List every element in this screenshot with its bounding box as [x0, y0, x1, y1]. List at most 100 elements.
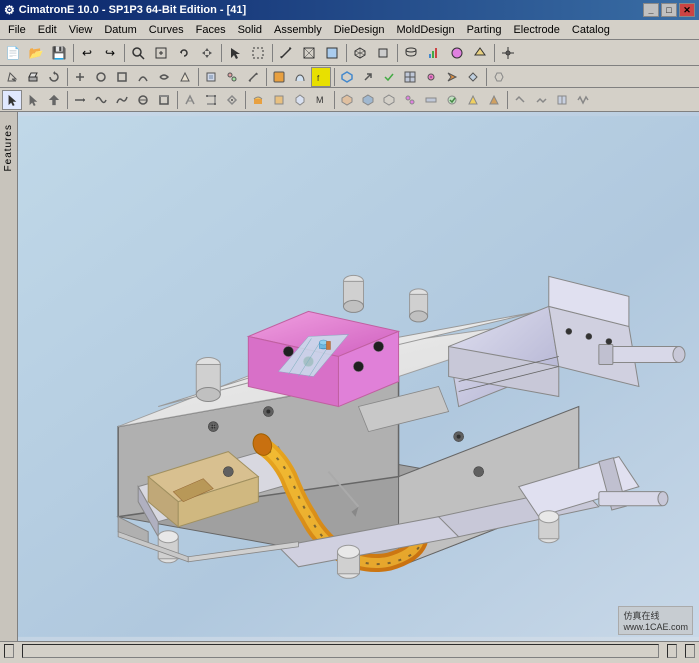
layer-button[interactable]	[400, 42, 422, 64]
tb2-btn-19[interactable]	[463, 67, 483, 87]
watermark-line2: www.1CAE.com	[623, 622, 688, 632]
shaded-button[interactable]	[321, 42, 343, 64]
tb2-btn-5[interactable]	[154, 67, 174, 87]
select-button[interactable]	[224, 42, 246, 64]
cursor-select-button[interactable]	[2, 90, 22, 110]
row3-btn-12[interactable]: M	[311, 90, 331, 110]
row3-btn-14[interactable]	[358, 90, 378, 110]
row3-btn-23[interactable]	[552, 90, 572, 110]
row3-btn-10[interactable]	[269, 90, 289, 110]
front-view-button[interactable]	[372, 42, 394, 64]
row3-btn-9[interactable]	[248, 90, 268, 110]
separator-7	[492, 42, 496, 64]
menu-parting[interactable]: Parting	[461, 22, 508, 38]
model-color-button[interactable]	[446, 42, 468, 64]
sketch-button[interactable]	[2, 67, 22, 87]
zoom-button[interactable]	[150, 42, 172, 64]
row3-btn-15[interactable]	[379, 90, 399, 110]
separator-4	[270, 42, 274, 64]
analysis-button[interactable]	[423, 42, 445, 64]
extrude-button[interactable]	[23, 67, 43, 87]
title-bar-controls[interactable]: _ □ ✕	[643, 3, 695, 17]
row3-btn-3[interactable]	[112, 90, 132, 110]
separator-12	[484, 66, 488, 88]
row3-btn-22[interactable]	[531, 90, 551, 110]
arrow2-button[interactable]	[44, 90, 64, 110]
row3-btn-20[interactable]	[484, 90, 504, 110]
isometric-view-button[interactable]	[349, 42, 371, 64]
status-segment-3	[667, 644, 677, 658]
close-button[interactable]: ✕	[679, 3, 695, 17]
tb2-btn-7[interactable]	[201, 67, 221, 87]
menu-file[interactable]: File	[2, 22, 32, 38]
menu-catalog[interactable]: Catalog	[566, 22, 616, 38]
menu-datum[interactable]: Datum	[98, 22, 142, 38]
separator-5	[344, 42, 348, 64]
view-fit-button[interactable]	[127, 42, 149, 64]
menu-molddesign[interactable]: MoldDesign	[390, 22, 460, 38]
tb2-btn-10[interactable]	[269, 67, 289, 87]
menu-diedesign[interactable]: DieDesign	[328, 22, 391, 38]
save-button[interactable]: 💾	[48, 42, 70, 64]
tb2-btn-16[interactable]	[400, 67, 420, 87]
row3-btn-2[interactable]	[91, 90, 111, 110]
arrow-select-button[interactable]	[23, 90, 43, 110]
new-button[interactable]: 📄	[2, 42, 24, 64]
menu-electrode[interactable]: Electrode	[507, 22, 565, 38]
watermark-line1: 仿真在线	[623, 609, 688, 622]
tb2-btn-15[interactable]	[379, 67, 399, 87]
render-button[interactable]	[469, 42, 491, 64]
tb2-btn-20[interactable]	[489, 67, 509, 87]
menu-faces[interactable]: Faces	[190, 22, 232, 38]
tb2-btn-1[interactable]	[70, 67, 90, 87]
viewport-3d[interactable]: 仿真在线 www.1CAE.com	[18, 112, 699, 641]
svg-text:f: f	[317, 74, 320, 83]
tb2-btn-2[interactable]	[91, 67, 111, 87]
menu-solid[interactable]: Solid	[232, 22, 268, 38]
select-box-button[interactable]	[247, 42, 269, 64]
tb2-btn-13[interactable]	[337, 67, 357, 87]
tb2-btn-18[interactable]	[442, 67, 462, 87]
row3-btn-17[interactable]	[421, 90, 441, 110]
tb2-btn-6[interactable]	[175, 67, 195, 87]
tb2-btn-14[interactable]	[358, 67, 378, 87]
row3-btn-13[interactable]	[337, 90, 357, 110]
menu-view[interactable]: View	[63, 22, 99, 38]
undo-button[interactable]: ↩	[76, 42, 98, 64]
pan-button[interactable]	[196, 42, 218, 64]
tb2-btn-8[interactable]	[222, 67, 242, 87]
snap-button[interactable]	[497, 42, 519, 64]
wireframe-button[interactable]	[298, 42, 320, 64]
rotate-button[interactable]	[173, 42, 195, 64]
status-segment-4	[685, 644, 695, 658]
tb2-btn-12[interactable]: f	[311, 67, 331, 87]
measure-button[interactable]	[275, 42, 297, 64]
row3-btn-4[interactable]	[133, 90, 153, 110]
row3-btn-16[interactable]	[400, 90, 420, 110]
redo-button[interactable]: ↪	[99, 42, 121, 64]
title-bar-left: ⚙ CimatronE 10.0 - SP1P3 64-Bit Edition …	[4, 3, 246, 17]
maximize-button[interactable]: □	[661, 3, 677, 17]
menu-assembly[interactable]: Assembly	[268, 22, 328, 38]
tb2-btn-11[interactable]	[290, 67, 310, 87]
row3-btn-19[interactable]	[463, 90, 483, 110]
row3-btn-5[interactable]	[154, 90, 174, 110]
row3-btn-21[interactable]	[510, 90, 530, 110]
revolve-button[interactable]	[44, 67, 64, 87]
row3-btn-7[interactable]	[201, 90, 221, 110]
tb2-btn-3[interactable]	[112, 67, 132, 87]
row3-btn-24[interactable]	[573, 90, 593, 110]
menu-curves[interactable]: Curves	[143, 22, 190, 38]
tb2-btn-17[interactable]	[421, 67, 441, 87]
svg-text:M: M	[316, 95, 324, 105]
row3-btn-6[interactable]	[180, 90, 200, 110]
tb2-btn-4[interactable]	[133, 67, 153, 87]
tb2-btn-9[interactable]	[243, 67, 263, 87]
row3-btn-1[interactable]	[70, 90, 90, 110]
minimize-button[interactable]: _	[643, 3, 659, 17]
row3-btn-18[interactable]	[442, 90, 462, 110]
menu-edit[interactable]: Edit	[32, 22, 63, 38]
open-button[interactable]: 📂	[25, 42, 47, 64]
row3-btn-8[interactable]	[222, 90, 242, 110]
row3-btn-11[interactable]	[290, 90, 310, 110]
